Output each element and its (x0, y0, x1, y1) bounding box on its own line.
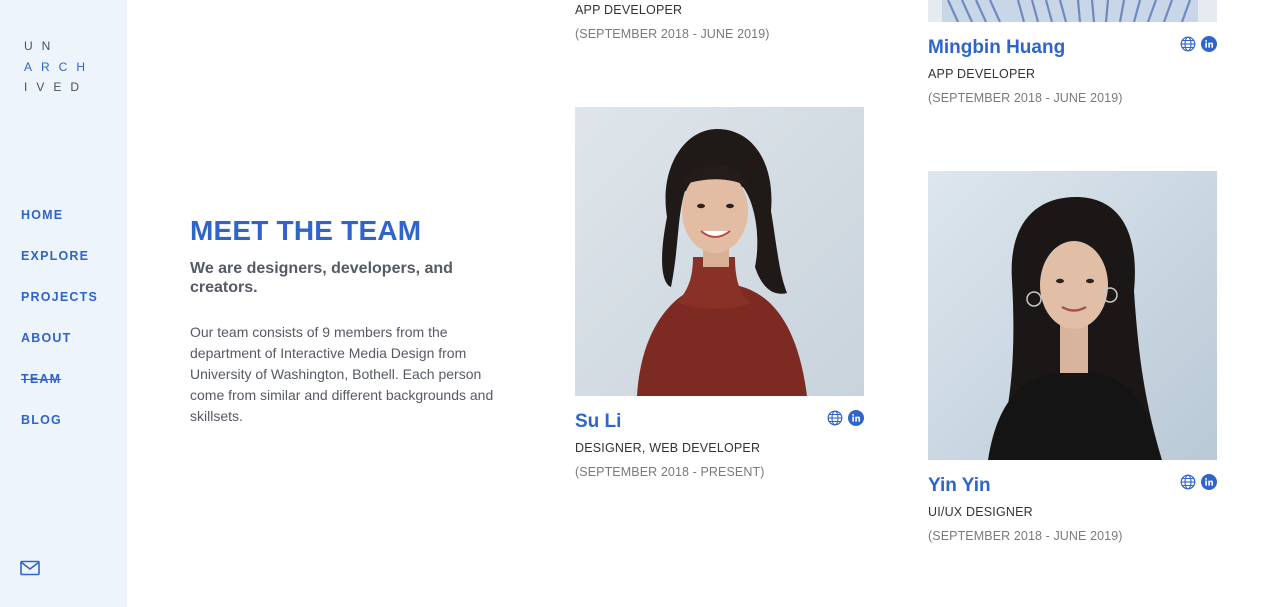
nav-item-explore[interactable]: EXPLORE (21, 249, 98, 290)
nav-item-blog[interactable]: BLOG (21, 413, 98, 454)
linkedin-icon[interactable] (848, 410, 864, 426)
mail-icon[interactable] (20, 560, 40, 576)
member-role: DESIGNER, WEB DEVELOPER (575, 441, 761, 455)
member-role: APP DEVELOPER (575, 3, 683, 17)
globe-icon[interactable] (1180, 474, 1196, 490)
member-dates: (SEPTEMBER 2018 - JUNE 2019) (575, 27, 770, 41)
member-dates: (SEPTEMBER 2018 - JUNE 2019) (928, 91, 1123, 105)
logo-row-3: IVED (24, 80, 89, 94)
nav-item-projects[interactable]: PROJECTS (21, 290, 98, 331)
member-links (827, 410, 864, 426)
page-title: MEET THE TEAM (190, 215, 422, 246)
member-photo (928, 0, 1217, 22)
member-name: Mingbin Huang (928, 37, 1066, 58)
sidebar: UN ARCH IVED HOME EXPLORE PROJECTS ABOUT… (0, 0, 127, 607)
member-role: APP DEVELOPER (928, 67, 1036, 81)
team-description: Our team consists of 9 members from the … (190, 324, 494, 424)
nav-item-about[interactable]: ABOUT (21, 331, 98, 372)
linkedin-icon[interactable] (1201, 36, 1217, 52)
team-intro: MEET THE TEAM We are designers, develope… (190, 214, 510, 427)
globe-icon[interactable] (827, 410, 843, 426)
member-links (1180, 36, 1217, 52)
logo-row-1: UN (24, 39, 60, 53)
site-logo[interactable]: UN ARCH IVED (24, 36, 94, 98)
main-nav: HOME EXPLORE PROJECTS ABOUT TEAM BLOG (21, 208, 98, 454)
team-member-card: Mingbin Huang APP DEVELOPER (SEPTEMBER 2… (928, 0, 1217, 110)
member-name: Su Li (575, 411, 622, 432)
member-dates: (SEPTEMBER 2018 - JUNE 2019) (928, 529, 1123, 543)
nav-item-team[interactable]: TEAM (21, 372, 98, 413)
linkedin-icon[interactable] (1201, 474, 1217, 490)
page-subtitle: We are designers, developers, and creato… (190, 260, 453, 296)
member-dates: (SEPTEMBER 2018 - PRESENT) (575, 465, 765, 479)
member-role: UI/UX DESIGNER (928, 505, 1033, 519)
member-photo (928, 171, 1217, 460)
logo-row-2: ARCH (24, 59, 95, 74)
nav-item-home[interactable]: HOME (21, 208, 98, 249)
globe-icon[interactable] (1180, 36, 1196, 52)
member-links (1180, 474, 1217, 490)
team-member-card: Su Li DESIGNER, WEB DEVELOPER (SEPTEMBER… (575, 107, 864, 487)
team-member-card: Yin Yin UI/UX DESIGNER (SEPTEMBER 2018 -… (928, 171, 1217, 551)
member-name: Yin Yin (928, 475, 991, 496)
member-photo (575, 107, 864, 396)
